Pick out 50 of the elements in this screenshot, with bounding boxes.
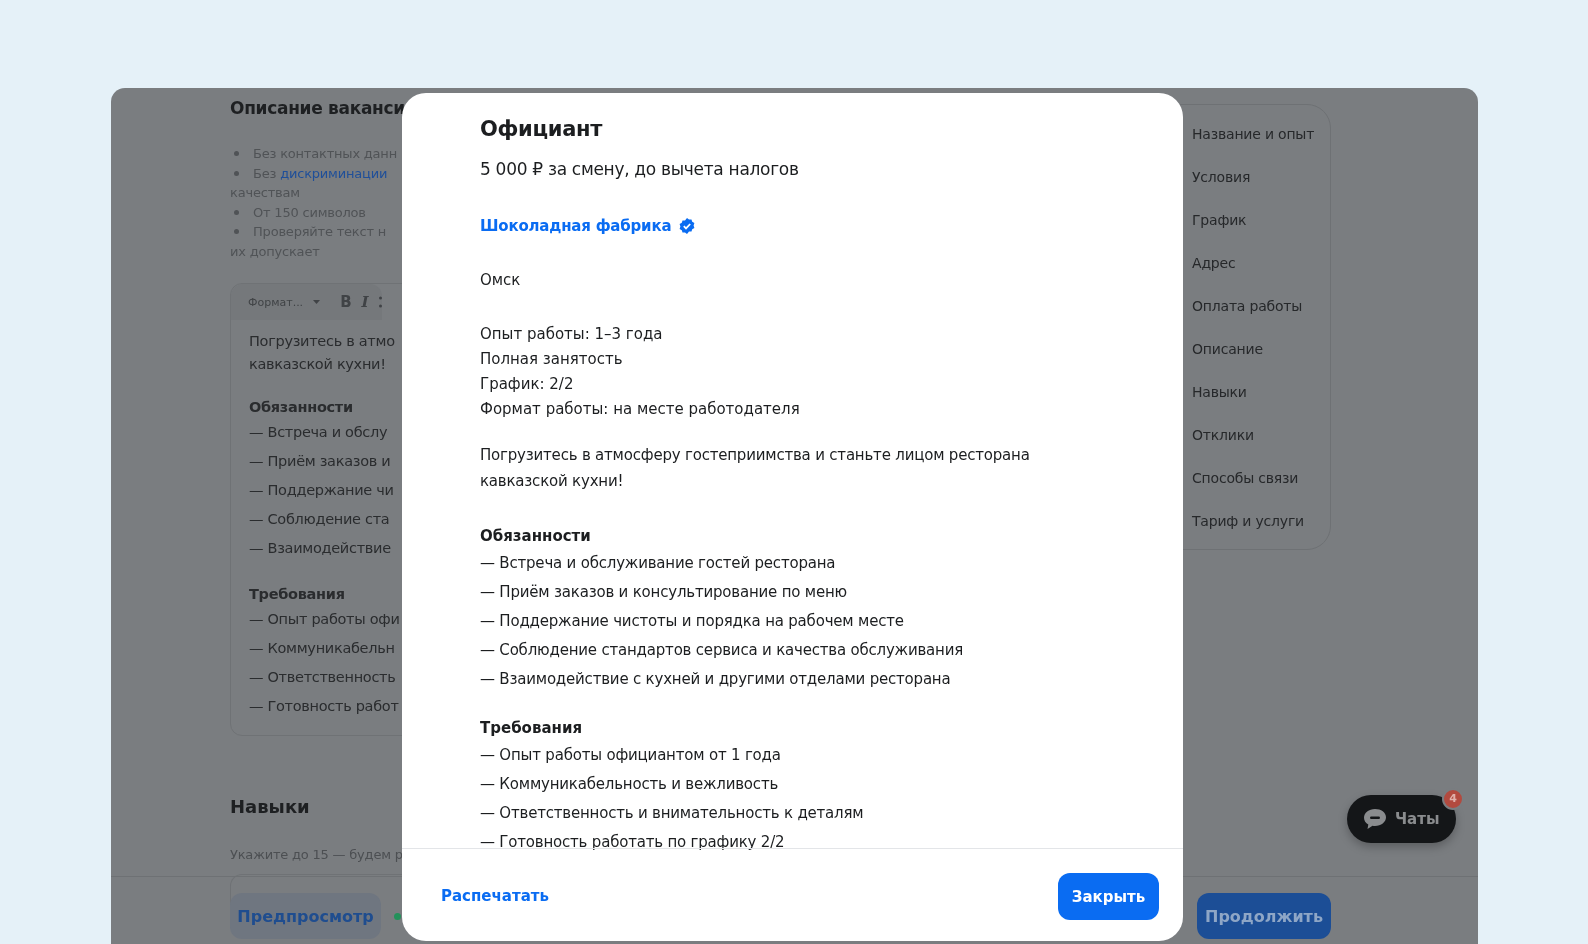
editor-list-item: — Поддержание чи	[249, 481, 394, 500]
editor-list-item: — Коммуникабельн	[249, 639, 395, 658]
detail-text: Полная занятость	[480, 349, 624, 370]
nav-link[interactable]: График	[1192, 205, 1330, 248]
editor-list-item: — Ответственность	[249, 668, 396, 687]
list-item: — Опыт работы официантом от 1 года	[480, 745, 782, 766]
editor-list-item: — Встреча и обслу	[249, 423, 388, 442]
unread-badge: 4	[1442, 788, 1464, 810]
rule-link[interactable]: дискриминации	[280, 165, 388, 181]
close-button[interactable]: Закрыть	[1058, 873, 1159, 920]
section-title: Описание ваканси	[230, 98, 405, 118]
nav-link[interactable]: Условия	[1192, 162, 1330, 205]
nav-link[interactable]: Способы связи	[1192, 463, 1330, 506]
nav-link[interactable]: Оплата работы	[1192, 291, 1330, 334]
continue-button[interactable]: Продолжить	[1197, 893, 1331, 939]
editor-list-item: — Взаимодействие	[249, 539, 391, 558]
editor-list-item: — Готовность работ	[249, 697, 399, 716]
detail-text: Опыт работы: 1–3 года	[480, 324, 664, 345]
list-item: — Встреча и обслуживание гостей ресторана	[480, 553, 837, 574]
description-text: Погрузитесь в атмосферу гостеприимства и станьте лицом ресторана кавказской кухни!	[480, 445, 1031, 492]
nav-link[interactable]: Отклики	[1192, 420, 1330, 463]
editor-list-item: — Приём заказов и	[249, 452, 391, 471]
list-item: — Коммуникабельность и вежливость	[480, 774, 780, 795]
section-heading: Требования	[480, 718, 584, 739]
list-item: — Готовность работать по графику 2/2	[480, 832, 786, 853]
editor-list-item: — Опыт работы офи	[249, 610, 400, 629]
print-link[interactable]: Распечатать	[441, 887, 549, 905]
list-item: — Ответственность и внимательность к деталям	[480, 803, 865, 824]
editor-heading: Обязанности	[249, 398, 353, 417]
editor-list-item: — Соблюдение ста	[249, 510, 390, 529]
list-item: — Взаимодействие с кухней и другими отделами ресторана	[480, 669, 952, 690]
nav-link[interactable]: Адрес	[1192, 248, 1330, 291]
nav-link[interactable]: Тариф и услуги	[1192, 506, 1330, 549]
editor-heading: Требования	[249, 585, 345, 604]
job-title: Официант	[480, 117, 604, 141]
section-title: Навыки	[230, 796, 310, 817]
list-item: — Соблюдение стандартов сервиса и качества обслуживания	[480, 640, 965, 661]
editor-text: кавказской кухни!	[249, 355, 386, 374]
city-text: Омск	[480, 271, 522, 289]
salary-text: 5 000 ₽ за смену, до вычета налогов	[480, 159, 800, 179]
section-heading: Обязанности	[480, 526, 592, 547]
nav-link[interactable]: Навыки	[1192, 377, 1330, 420]
detail-text: График: 2/2	[480, 374, 575, 395]
list-item: — Поддержание чистоты и порядка на рабочем месте	[480, 611, 905, 632]
detail-text: Формат работы: на месте работодателя	[480, 399, 801, 420]
company-link[interactable]: Шоколадная фабрика	[480, 217, 672, 235]
list-item: — Приём заказов и консультирование по меню	[480, 582, 849, 603]
nav-link[interactable]: Описание	[1192, 334, 1330, 377]
nav-link[interactable]: Название и опыт	[1192, 119, 1330, 162]
editor-text: Погрузитесь в атмо	[249, 332, 395, 351]
